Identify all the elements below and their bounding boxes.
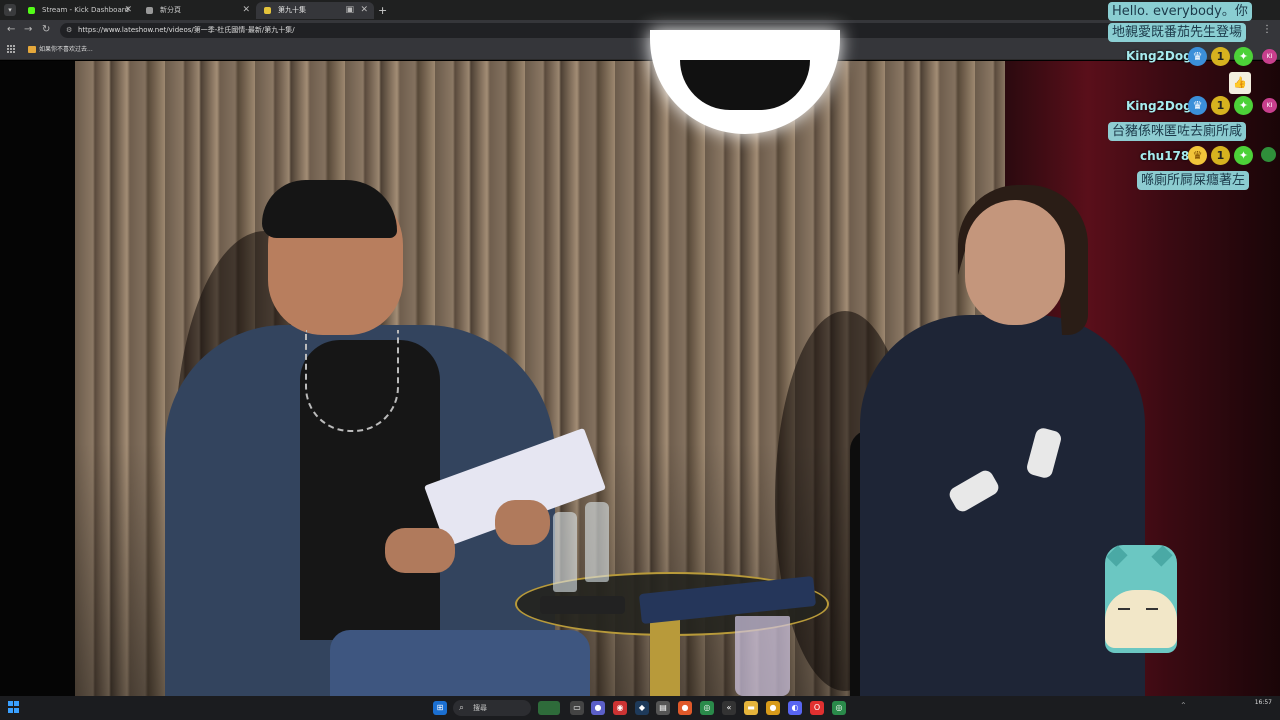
- chat-message: 台豬係咪匿咗去廁所咸: [1108, 122, 1247, 141]
- drinking-glass: [735, 616, 790, 696]
- app-icon[interactable]: ◉: [613, 701, 627, 715]
- video-letterbox: [0, 61, 75, 696]
- app-icon[interactable]: ▤: [656, 701, 670, 715]
- host-necklace: [305, 330, 399, 432]
- phone-device: [540, 596, 625, 614]
- taskbar-search[interactable]: ⌕ 搜尋: [453, 700, 531, 716]
- host-hand: [495, 500, 550, 545]
- bookmark-item[interactable]: 如果你不喜欢过去...: [28, 44, 93, 55]
- firefox-icon[interactable]: ●: [678, 701, 692, 715]
- mascot-face: [1105, 590, 1177, 648]
- chat-username[interactable]: chu178: [1140, 148, 1189, 164]
- bookmark-label: 如果你不喜欢过去...: [39, 46, 93, 53]
- chat-message: 地親愛既番茄先生登場: [1108, 23, 1247, 42]
- chrome-icon[interactable]: ◎: [700, 701, 714, 715]
- bookmarks-bar: 如果你不喜欢过去...: [0, 41, 1280, 60]
- site-info-icon[interactable]: ⚙: [66, 23, 72, 38]
- new-tab-button[interactable]: +: [378, 2, 387, 19]
- windows-taskbar: ⊞ ⌕ 搜尋 ▭ ● ◉ ◆ ▤ ● ◎ « ▬ ● ◐ O ◎ ⌃ 16:57: [0, 696, 1280, 720]
- chrome-icon[interactable]: ◎: [832, 701, 846, 715]
- table-leg: [650, 620, 680, 696]
- star-badge-icon: ✦: [1234, 96, 1253, 115]
- chat-message: Hello. everybody。你: [1108, 2, 1252, 21]
- chat-app-icon[interactable]: ●: [591, 701, 605, 715]
- star-badge-icon: ✦: [1234, 146, 1253, 165]
- water-bottle: [585, 502, 609, 582]
- tab-title: 第九十集: [278, 6, 306, 14]
- apps-grid-icon[interactable]: [7, 45, 15, 53]
- user-avatar: KI: [1262, 49, 1277, 64]
- browser-tab-strip: ▾ Stream - Kick Dashboard ✕ 新分頁 ✕ 第九十集 ▣…: [0, 0, 1280, 20]
- guest-blazer: [860, 315, 1145, 696]
- forward-arrow-icon[interactable]: →: [24, 24, 32, 36]
- tab-episode-90[interactable]: 第九十集 ▣ ✕: [256, 2, 374, 19]
- folder-icon[interactable]: ▬: [744, 701, 758, 715]
- address-bar-row: ← → ↻ ⚙ https://www.lateshow.net/videos/…: [0, 20, 1280, 41]
- close-icon[interactable]: ✕: [124, 2, 132, 19]
- opera-icon[interactable]: O: [810, 701, 824, 715]
- tab-title: Stream - Kick Dashboard: [42, 6, 129, 14]
- crown-badge-icon: ♛: [1188, 47, 1207, 66]
- chat-username[interactable]: King2Dog: [1126, 98, 1192, 114]
- steam-icon[interactable]: ◆: [635, 701, 649, 715]
- mascot-eye: [1146, 608, 1158, 610]
- tab-title: 新分頁: [160, 6, 181, 14]
- folder-icon: [28, 46, 36, 53]
- user-avatar: KI: [1262, 98, 1277, 113]
- crown-badge-icon: ♛: [1188, 146, 1207, 165]
- widgets-icon[interactable]: [8, 701, 20, 713]
- search-label: 搜尋: [473, 704, 487, 712]
- thumbs-emote-icon: 👍: [1229, 72, 1251, 94]
- chat-message: 喺廁所屙屎癮著左: [1137, 171, 1250, 190]
- task-view-icon[interactable]: ▭: [570, 701, 584, 715]
- close-icon[interactable]: ✕: [242, 2, 250, 19]
- clock-time: 16:57: [1254, 699, 1272, 706]
- tray-overflow-icon[interactable]: ⌃: [1180, 701, 1187, 710]
- reload-icon[interactable]: ↻: [42, 24, 50, 36]
- close-icon[interactable]: ✕: [360, 2, 368, 19]
- user-avatar: [1261, 147, 1276, 162]
- back-arrow-icon[interactable]: ←: [7, 24, 15, 36]
- discord-icon[interactable]: ◐: [788, 701, 802, 715]
- mascot-eye: [1118, 608, 1130, 610]
- tab-kick-dashboard[interactable]: Stream - Kick Dashboard ✕: [20, 2, 138, 19]
- rank-badge-icon: 1: [1211, 146, 1230, 165]
- search-icon: ⌕: [459, 703, 465, 713]
- rank-badge-icon: 1: [1211, 96, 1230, 115]
- taskbar-clock[interactable]: 16:57: [1255, 698, 1272, 708]
- media-icon[interactable]: ▣: [345, 2, 354, 19]
- kick-icon: [28, 7, 35, 14]
- guest-head: [965, 200, 1065, 325]
- app-icon[interactable]: ●: [766, 701, 780, 715]
- tab-new-tab[interactable]: 新分頁 ✕: [138, 2, 256, 19]
- tab-search-icon[interactable]: ▾: [4, 4, 16, 16]
- chat-username[interactable]: King2Dog: [1126, 48, 1192, 64]
- rank-badge-icon: 1: [1211, 47, 1230, 66]
- browser-menu-icon[interactable]: ⋮: [1262, 24, 1272, 35]
- host-hand: [385, 528, 455, 573]
- crown-badge-icon: ♛: [1188, 96, 1207, 115]
- app-icon[interactable]: «: [722, 701, 736, 715]
- url-text: https://www.lateshow.net/videos/第一季-杜氏國情…: [78, 26, 295, 34]
- host-jeans: [330, 630, 590, 696]
- widget-app-icon[interactable]: [538, 701, 560, 715]
- star-badge-icon: ✦: [1234, 47, 1253, 66]
- windows-start-icon[interactable]: ⊞: [433, 701, 447, 715]
- globe-icon: [146, 7, 153, 14]
- site-icon: [264, 7, 271, 14]
- water-bottle: [553, 512, 577, 592]
